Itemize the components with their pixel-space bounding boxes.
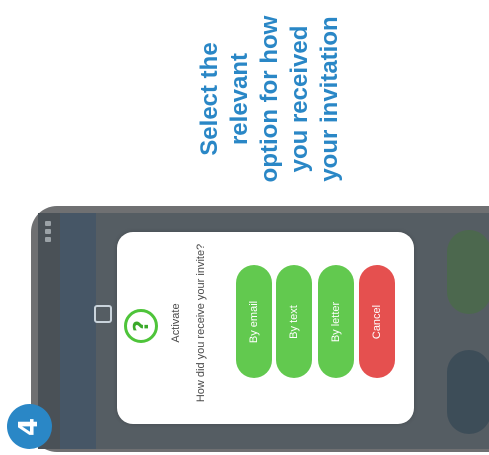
instruction-line: Select the bbox=[196, 42, 223, 156]
app-logo-icon bbox=[94, 305, 112, 323]
step-number: 4 bbox=[14, 417, 45, 436]
cancel-label: Cancel bbox=[371, 304, 383, 340]
by-email-label: By email bbox=[248, 300, 260, 344]
instruction-line: you received bbox=[286, 25, 313, 173]
login-button[interactable] bbox=[447, 350, 489, 434]
sign-up-button[interactable] bbox=[447, 230, 489, 314]
instruction-line: your invitation bbox=[316, 16, 343, 182]
question-circle-icon: ? bbox=[124, 309, 158, 343]
app-header bbox=[60, 213, 112, 449]
by-letter-label: By letter bbox=[330, 301, 342, 343]
dialog-question: How did you receive your invite? bbox=[195, 243, 207, 403]
instruction-line: relevant bbox=[226, 52, 253, 146]
by-text-label: By text bbox=[288, 305, 300, 339]
dialog-title: Activate bbox=[170, 303, 182, 343]
step-badge: 4 bbox=[7, 404, 52, 449]
instruction-line: option for how bbox=[256, 15, 283, 183]
instruction-heading: Select the relevant option for how you r… bbox=[195, 4, 345, 194]
status-icons bbox=[45, 221, 53, 245]
